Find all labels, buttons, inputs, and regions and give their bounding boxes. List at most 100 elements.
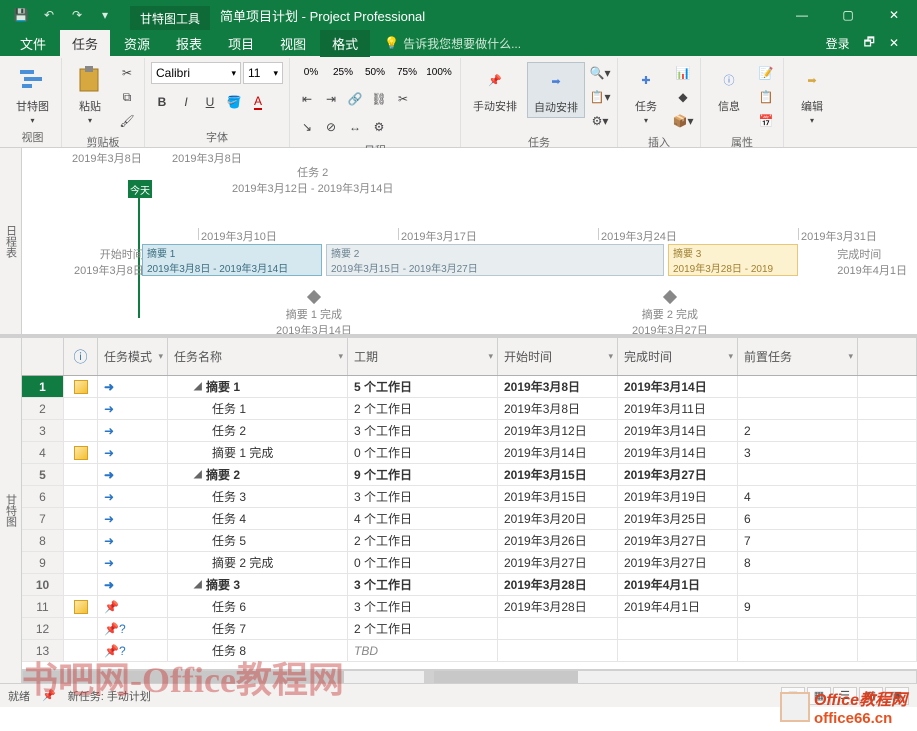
cell-mode[interactable]: 📌?	[98, 618, 168, 639]
cell-chart[interactable]	[858, 398, 917, 419]
cell-name[interactable]: 任务 4	[168, 508, 348, 529]
timeline-pane-label[interactable]: 日程表	[0, 148, 22, 334]
tab-format[interactable]: 格式	[320, 30, 370, 57]
cell-indicator[interactable]	[64, 420, 98, 441]
cell-predecessors[interactable]	[738, 640, 858, 661]
cell-duration[interactable]: 4 个工作日	[348, 508, 498, 529]
paste-button[interactable]: 粘贴 ▾	[68, 62, 112, 127]
cell-name[interactable]: ◢摘要 2	[168, 464, 348, 485]
cell-predecessors[interactable]: 4	[738, 486, 858, 507]
cell-duration[interactable]: 2 个工作日	[348, 530, 498, 551]
collapse-arrow-icon[interactable]: ◢	[194, 579, 204, 590]
cell-finish[interactable]: 2019年3月27日	[618, 552, 738, 573]
cell-predecessors[interactable]: 3	[738, 442, 858, 463]
header-start[interactable]: 开始时间▾	[498, 338, 618, 375]
view-resource-icon[interactable]: ▥	[859, 687, 883, 705]
table-row[interactable]: 9➜摘要 2 完成0 个工作日2019年3月27日2019年3月27日8	[22, 552, 917, 574]
tab-file[interactable]: 文件	[8, 30, 58, 57]
pct-25-button[interactable]: 25%	[328, 62, 358, 82]
cell-mode[interactable]: ➜	[98, 486, 168, 507]
cell-mode[interactable]: ➜	[98, 442, 168, 463]
fill-color-button[interactable]: 🪣	[223, 91, 245, 113]
cell-name[interactable]: 任务 8	[168, 640, 348, 661]
header-chart[interactable]	[858, 338, 917, 375]
cell-predecessors[interactable]: 6	[738, 508, 858, 529]
cell-name[interactable]: 任务 1	[168, 398, 348, 419]
cell-start[interactable]: 2019年3月28日	[498, 574, 618, 595]
cell-finish[interactable]: 2019年3月27日	[618, 530, 738, 551]
cell-start[interactable]: 2019年3月28日	[498, 596, 618, 617]
cell-mode[interactable]: ➜	[98, 398, 168, 419]
row-id[interactable]: 8	[22, 530, 64, 551]
cell-indicator[interactable]	[64, 596, 98, 617]
manual-schedule-button[interactable]: 📌 手动安排	[467, 62, 523, 116]
cell-duration[interactable]: 3 个工作日	[348, 486, 498, 507]
table-row[interactable]: 3➜任务 23 个工作日2019年3月12日2019年3月14日2	[22, 420, 917, 442]
details-button[interactable]: 📋	[755, 86, 777, 108]
right-scrollbar[interactable]	[433, 670, 917, 684]
cell-start[interactable]: 2019年3月26日	[498, 530, 618, 551]
cell-finish[interactable]: 2019年4月1日	[618, 574, 738, 595]
header-duration[interactable]: 工期▾	[348, 338, 498, 375]
cell-indicator[interactable]	[64, 398, 98, 419]
cell-duration[interactable]: TBD	[348, 640, 498, 661]
tab-task[interactable]: 任务	[60, 30, 110, 57]
tell-me-search[interactable]: 💡 告诉我您想要做什么...	[384, 35, 521, 52]
cell-duration[interactable]: 2 个工作日	[348, 398, 498, 419]
cell-predecessors[interactable]: 2	[738, 420, 858, 441]
cell-mode[interactable]: 📌	[98, 596, 168, 617]
link-button[interactable]: 🔗	[344, 88, 366, 110]
table-row[interactable]: 11📌任务 63 个工作日2019年3月28日2019年4月1日9	[22, 596, 917, 618]
cell-chart[interactable]	[858, 640, 917, 661]
row-id[interactable]: 6	[22, 486, 64, 507]
cell-mode[interactable]: ➜	[98, 420, 168, 441]
move-task-button[interactable]: 📋▾	[589, 86, 611, 108]
inactivate-button[interactable]: ⊘	[320, 116, 342, 138]
cell-duration[interactable]: 5 个工作日	[348, 376, 498, 397]
cell-finish[interactable]: 2019年3月11日	[618, 398, 738, 419]
header-indicator[interactable]: ⓘ	[64, 338, 98, 375]
minimize-button[interactable]: —	[779, 0, 825, 30]
timeline-bar-summary2[interactable]: 摘要 2 2019年3月15日 - 2019年3月27日	[326, 244, 664, 276]
header-name[interactable]: 任务名称▾	[168, 338, 348, 375]
close-button[interactable]: ✕	[871, 0, 917, 30]
pct-100-button[interactable]: 100%	[424, 62, 454, 82]
cell-indicator[interactable]	[64, 618, 98, 639]
table-row[interactable]: 12📌?任务 72 个工作日	[22, 618, 917, 640]
cell-indicator[interactable]	[64, 508, 98, 529]
table-row[interactable]: 1➜◢摘要 15 个工作日2019年3月8日2019年3月14日	[22, 376, 917, 398]
cell-indicator[interactable]	[64, 574, 98, 595]
cell-predecessors[interactable]: 7	[738, 530, 858, 551]
cell-mode[interactable]: ➜	[98, 508, 168, 529]
cell-name[interactable]: 任务 3	[168, 486, 348, 507]
cell-chart[interactable]	[858, 552, 917, 573]
cell-chart[interactable]	[858, 530, 917, 551]
cell-duration[interactable]: 9 个工作日	[348, 464, 498, 485]
row-id[interactable]: 3	[22, 420, 64, 441]
pct-0-button[interactable]: 0%	[296, 62, 326, 82]
table-row[interactable]: 6➜任务 33 个工作日2019年3月15日2019年3月19日4	[22, 486, 917, 508]
cell-predecessors[interactable]: 9	[738, 596, 858, 617]
cell-chart[interactable]	[858, 486, 917, 507]
outdent-button[interactable]: ⇤	[296, 88, 318, 110]
summary-button[interactable]: 📊	[672, 62, 694, 84]
format-painter-button[interactable]: 🖌	[116, 110, 138, 132]
information-button[interactable]: ⓘ 信息	[707, 62, 751, 116]
cell-chart[interactable]	[858, 442, 917, 463]
header-finish[interactable]: 完成时间▾	[618, 338, 738, 375]
left-scrollbar[interactable]	[22, 670, 425, 684]
cell-start[interactable]: 2019年3月12日	[498, 420, 618, 441]
timeline-bar-summary3[interactable]: 摘要 3 2019年3月28日 - 2019	[668, 244, 798, 276]
cell-name[interactable]: 摘要 1 完成	[168, 442, 348, 463]
tab-resource[interactable]: 资源	[112, 30, 162, 57]
cell-indicator[interactable]	[64, 552, 98, 573]
table-row[interactable]: 8➜任务 52 个工作日2019年3月26日2019年3月27日7	[22, 530, 917, 552]
cell-finish[interactable]: 2019年3月25日	[618, 508, 738, 529]
split-button[interactable]: ✂	[392, 88, 414, 110]
indent-button[interactable]: ⇥	[320, 88, 342, 110]
cell-name[interactable]: 摘要 2 完成	[168, 552, 348, 573]
view-report-icon[interactable]: ▣	[885, 687, 909, 705]
header-id[interactable]	[22, 338, 64, 375]
cell-mode[interactable]: ➜	[98, 464, 168, 485]
status-new-task[interactable]: 新任务: 手动计划	[68, 688, 151, 704]
